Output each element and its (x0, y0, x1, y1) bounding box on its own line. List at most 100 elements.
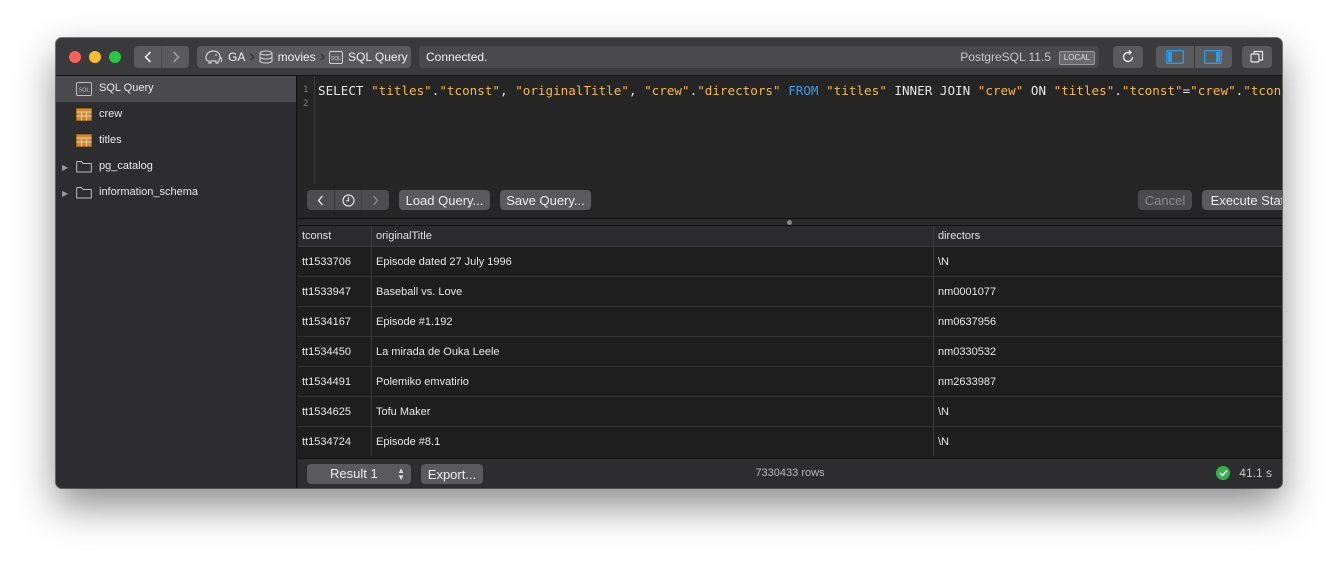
server-version: PostgreSQL 11.5 (960, 50, 1051, 64)
sql-identifier: "crew" (644, 83, 690, 98)
table-cell[interactable]: nm0330532 (938, 346, 996, 358)
pane-splitter[interactable] (298, 218, 1282, 226)
breadcrumb-database[interactable]: movies (259, 46, 316, 68)
table-cell[interactable]: Polemiko emvatirio (376, 376, 469, 388)
sql-code-line[interactable]: SELECT "titles"."tconst", "originalTitle… (318, 83, 1282, 98)
toggle-detail-pane-button[interactable] (1193, 46, 1233, 68)
table-cell[interactable]: tt1534450 (302, 346, 351, 358)
forward-button[interactable] (161, 46, 189, 68)
previous-query-button[interactable] (307, 190, 334, 210)
windows-icon (1250, 50, 1264, 63)
svg-text:SQL: SQL (79, 88, 91, 94)
splitter-handle-icon[interactable] (787, 220, 792, 225)
back-button[interactable] (134, 46, 161, 68)
sql-token: , (628, 83, 645, 98)
sql-identifier: "tconst" (1121, 83, 1183, 98)
zoom-window-button[interactable] (109, 51, 121, 63)
query-history-button[interactable] (333, 190, 362, 210)
table-cell[interactable]: Tofu Maker (376, 406, 430, 418)
table-cell[interactable]: \N (938, 406, 949, 418)
clock-icon (341, 193, 355, 207)
disclosure-triangle-icon[interactable]: ▶ (62, 163, 68, 172)
table-row[interactable]: tt1534450 La mirada de Ouka Leele nm033053… (298, 337, 1282, 367)
disclosure-triangle-icon[interactable]: ▶ (62, 189, 68, 198)
table-cell[interactable]: tt1533947 (302, 286, 351, 298)
close-window-button[interactable] (69, 51, 81, 63)
table-cell[interactable]: Episode dated 27 July 1996 (376, 256, 512, 268)
breadcrumb-sql-query[interactable]: SQL SQL Query (329, 46, 408, 68)
breadcrumb: GA › movies › SQL SQL Query (197, 46, 411, 68)
refresh-icon (1122, 50, 1134, 63)
sql-identifier: "tconst" (439, 83, 501, 98)
table-row[interactable]: tt1534491 Polemiko emvatirio nm2633987 (298, 367, 1282, 397)
column-header-tconst[interactable]: tconst (302, 230, 331, 242)
sql-token: , (500, 83, 516, 98)
results-table: tconst originalTitle directors tt1533706… (298, 226, 1282, 456)
results-status-bar: Result 1 ▲ ▼ Export... 7330433 rows 41.1 … (298, 458, 1282, 488)
table-cell[interactable]: tt1534724 (302, 436, 351, 448)
sidebar-item-sql-query[interactable]: SQL SQL Query (56, 76, 296, 102)
sidebar-item-pg-catalog[interactable]: ▶ pg_catalog (56, 154, 296, 180)
connection-status-text: Connected. (426, 50, 488, 64)
breadcrumb-connection[interactable]: GA (203, 46, 245, 68)
sidebar-item-information-schema[interactable]: ▶ information_schema (56, 180, 296, 206)
sql-identifier: "titles" (1053, 83, 1115, 98)
sql-identifier: "directors" (697, 83, 781, 98)
table-cell[interactable]: \N (938, 256, 949, 268)
sql-identifier: "originalTitle" (515, 83, 629, 98)
table-cell[interactable]: nm2633987 (938, 376, 996, 388)
column-divider[interactable] (371, 226, 372, 456)
table-row[interactable]: tt1534167 Episode #1.192 nm0637956 (298, 307, 1282, 337)
refresh-button[interactable] (1113, 46, 1143, 68)
query-button-bar: Load Query... Save Query... Cancel Execu… (298, 184, 1282, 218)
sql-icon: SQL (329, 50, 344, 64)
sidebar-item-crew[interactable]: crew (56, 102, 296, 128)
chevron-right-icon (172, 51, 180, 63)
minimize-window-button[interactable] (89, 51, 101, 63)
sql-identifier: "crew" (977, 83, 1024, 98)
checkmark-icon (1216, 466, 1231, 480)
sql-editor[interactable]: 1 2 SELECT "titles"."tconst", "originalT… (298, 76, 1282, 184)
table-cell[interactable]: Episode #1.192 (376, 316, 452, 328)
new-window-button[interactable] (1242, 46, 1272, 68)
sidebar: SQL SQL Query crew titles ▶ pg_catalog ▶… (56, 76, 297, 488)
save-query-button[interactable]: Save Query... (500, 190, 591, 210)
sql-keyword: FROM (788, 83, 819, 98)
table-row[interactable]: tt1534724 Episode #8.1 \N (298, 427, 1282, 456)
table-row[interactable]: tt1534625 Tofu Maker \N (298, 397, 1282, 427)
table-cell[interactable]: tt1534491 (302, 376, 351, 388)
cancel-button[interactable]: Cancel (1138, 190, 1192, 210)
sidebar-item-label: crew (99, 108, 123, 120)
table-cell[interactable]: tt1534625 (302, 406, 351, 418)
column-divider[interactable] (933, 226, 934, 456)
column-header-directors[interactable]: directors (938, 230, 980, 242)
table-row[interactable]: tt1533706 Episode dated 27 July 1996 \N (298, 247, 1282, 277)
next-query-button[interactable] (361, 190, 389, 210)
sidebar-item-label: SQL Query (99, 82, 154, 94)
sidebar-item-titles[interactable]: titles (56, 128, 296, 154)
table-cell[interactable]: nm0001077 (938, 286, 996, 298)
sql-identifier: "tconst" (1243, 83, 1282, 98)
table-cell[interactable]: nm0637956 (938, 316, 996, 328)
load-query-button[interactable]: Load Query... (399, 190, 490, 210)
table-row[interactable]: tt1533947 Baseball vs. Love nm0001077 (298, 277, 1282, 307)
breadcrumb-separator: › (249, 48, 255, 65)
breadcrumb-separator: › (319, 48, 326, 65)
table-cell[interactable]: La mirada de Ouka Leele (376, 346, 500, 358)
line-number: 1 (303, 85, 309, 95)
table-cell[interactable]: Episode #8.1 (376, 436, 440, 448)
row-count: 7330433 rows (755, 467, 825, 479)
table-cell[interactable]: tt1534167 (302, 316, 351, 328)
sidebar-item-label: titles (99, 134, 122, 146)
query-history-group (307, 190, 389, 210)
table-cell[interactable]: tt1533706 (302, 256, 351, 268)
sql-token: ON (1023, 83, 1054, 98)
table-cell[interactable]: \N (938, 436, 949, 448)
toolbar: GA › movies › SQL SQL Query Connected. P… (56, 38, 1282, 76)
breadcrumb-label: movies (277, 50, 316, 64)
toggle-sidebar-button[interactable] (1156, 46, 1194, 68)
execute-statement-button[interactable]: Execute Statement (1202, 190, 1282, 210)
table-cell[interactable]: Baseball vs. Love (376, 286, 462, 298)
column-header-original-title[interactable]: originalTitle (376, 230, 432, 242)
